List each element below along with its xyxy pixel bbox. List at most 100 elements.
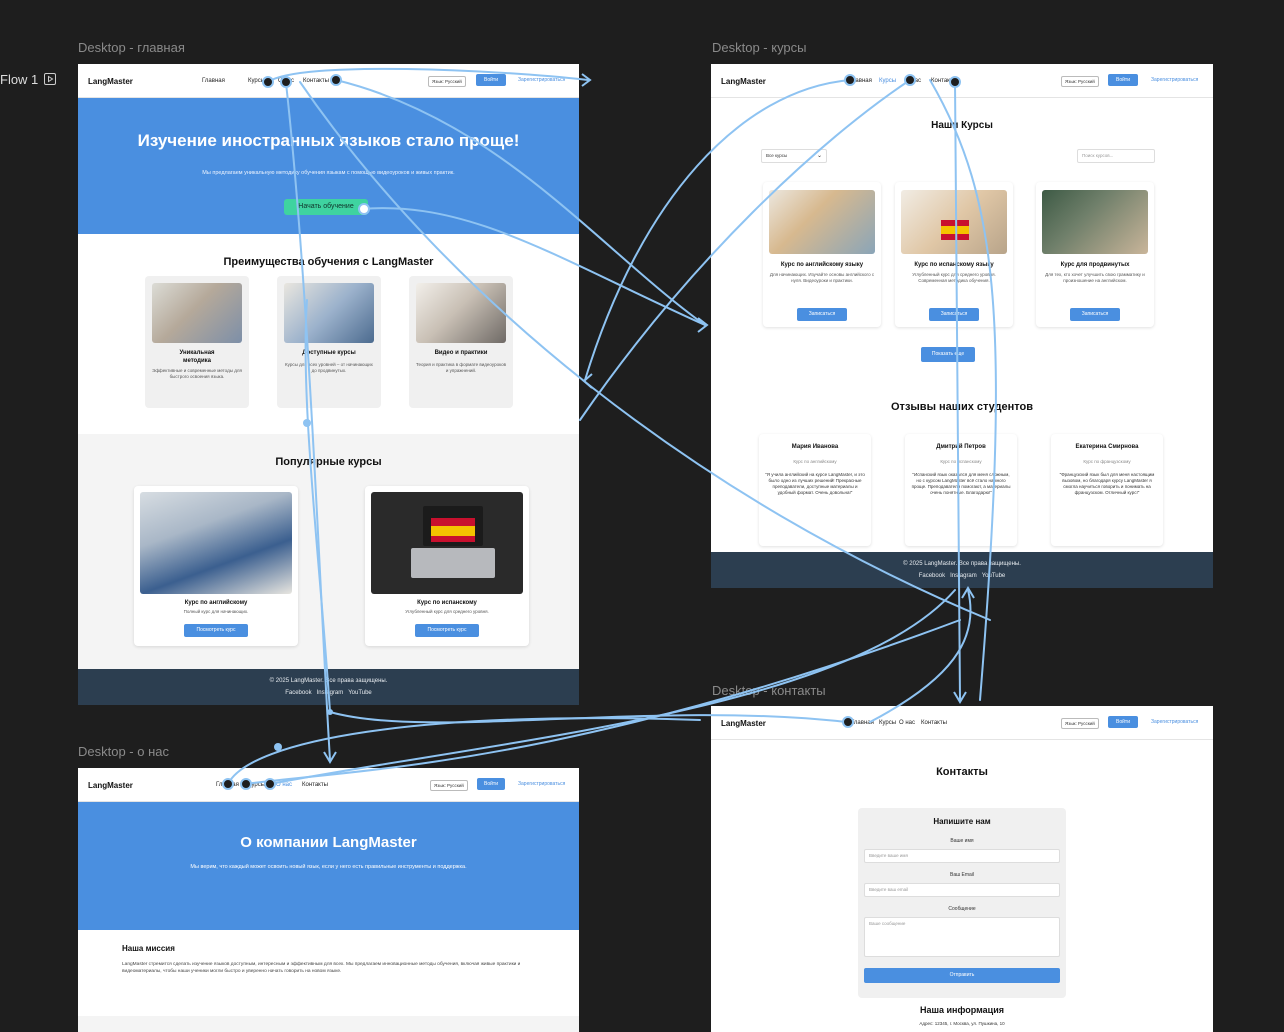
spanish-course-image: [371, 492, 523, 594]
login-button[interactable]: Войти: [1108, 74, 1138, 86]
footer-links: Facebook Instagram YouTube: [711, 573, 1213, 579]
nav-contacts[interactable]: Контакты: [303, 78, 329, 84]
nav-contacts[interactable]: Контакты: [921, 720, 947, 726]
frame-main[interactable]: LangMaster Главная Курсы О нас Контакты …: [78, 64, 579, 705]
enroll-button[interactable]: Записаться: [1070, 308, 1120, 321]
view-course-button[interactable]: Посмотреть курс: [184, 624, 248, 637]
nav-home[interactable]: Главная: [849, 78, 872, 84]
language-select[interactable]: Язык: Русский: [428, 76, 466, 87]
register-link[interactable]: Зарегистрироваться: [1151, 77, 1198, 83]
send-button[interactable]: Отправить: [864, 968, 1060, 983]
flow-1-tag[interactable]: Flow 1: [0, 70, 57, 88]
courses-nav: LangMaster Главная Курсы О нас Контакты …: [711, 64, 1213, 98]
spanish-course-photo: [901, 190, 1007, 254]
course-search-input[interactable]: Поиск курсов...: [1077, 149, 1155, 163]
frame-contacts[interactable]: LangMaster Главная Курсы О нас Контакты …: [711, 706, 1213, 1032]
course-card: Курс по испанскому языку Углубленный кур…: [895, 182, 1013, 327]
footer-instagram[interactable]: Instagram: [950, 573, 977, 579]
advantage-desc: Эффективные и современные методы для быс…: [152, 368, 242, 380]
logo[interactable]: LangMaster: [88, 77, 133, 86]
nav-home[interactable]: Главная: [851, 720, 874, 726]
review-card: Дмитрий Петров Курс по испанскому "Испан…: [905, 434, 1017, 546]
nav-about[interactable]: О нас: [899, 720, 915, 726]
courses-footer: © 2025 LangMaster. Все права защищены. F…: [711, 552, 1213, 588]
advantage-title: Доступные курсы: [302, 350, 356, 356]
review-text: "Французский язык был для меня настоящим…: [1059, 472, 1155, 496]
show-more-button[interactable]: Показать еще: [921, 347, 975, 362]
login-button[interactable]: Войти: [476, 74, 506, 86]
login-button[interactable]: Войти: [477, 778, 505, 790]
language-select[interactable]: Язык: Русский: [430, 780, 468, 791]
footer-instagram[interactable]: Instagram: [317, 690, 344, 696]
enroll-button[interactable]: Записаться: [797, 308, 847, 321]
nav-about[interactable]: О нас: [905, 78, 921, 84]
nav-about[interactable]: О нас: [276, 782, 292, 788]
popular-title: Популярные курсы: [275, 456, 382, 468]
message-textarea[interactable]: Ваше сообщение: [864, 917, 1060, 957]
course-card: Курс для продвинутых Для тех, кто хочет …: [1036, 182, 1154, 327]
logo[interactable]: LangMaster: [721, 77, 766, 86]
nav-home[interactable]: Главная: [202, 78, 225, 84]
footer-youtube[interactable]: YouTube: [982, 573, 1006, 579]
email-input[interactable]: Введите ваш email: [864, 883, 1060, 897]
arrow-head: [953, 691, 967, 704]
review-card: Екатерина Смирнова Курс по французскому …: [1051, 434, 1163, 546]
frame-about[interactable]: LangMaster Главная Курсы О нас Контакты …: [78, 768, 579, 1032]
advantage-title: Уникальная методика: [179, 350, 215, 364]
nav-courses[interactable]: Курсы: [879, 78, 896, 84]
nav-contacts[interactable]: Контакты: [302, 782, 328, 788]
register-link[interactable]: Зарегистрироваться: [518, 77, 565, 83]
play-icon[interactable]: [44, 73, 57, 85]
frame-courses[interactable]: LangMaster Главная Курсы О нас Контакты …: [711, 64, 1213, 588]
email-label: Ваш Email: [949, 872, 975, 878]
login-button[interactable]: Войти: [1108, 716, 1138, 728]
form-title: Напишите нам: [933, 817, 991, 826]
nav-courses[interactable]: Курсы: [248, 78, 265, 84]
about-hero-title: О компании LangMaster: [240, 834, 417, 851]
nav-courses[interactable]: Курсы: [248, 782, 265, 788]
review-course: Курс по французскому: [1083, 459, 1131, 464]
logo[interactable]: LangMaster: [721, 719, 766, 728]
teacher-photo: [152, 283, 242, 343]
nav-courses[interactable]: Курсы: [879, 720, 896, 726]
name-label: Ваше имя: [950, 838, 974, 844]
review-text: "Испанский язык оказался для меня сложны…: [911, 472, 1011, 496]
writing-photo: [416, 283, 506, 343]
about-hero-subtitle: Мы верим, что каждый может освоить новый…: [190, 864, 467, 870]
about-hero: О компании LangMaster Мы верим, что кажд…: [78, 802, 579, 930]
enroll-button[interactable]: Записаться: [929, 308, 979, 321]
language-select[interactable]: Язык: Русский: [1061, 718, 1099, 729]
footer-youtube[interactable]: YouTube: [348, 690, 372, 696]
name-input[interactable]: Введите ваше имя: [864, 849, 1060, 863]
footer-facebook[interactable]: Facebook: [285, 690, 311, 696]
reviews-title: Отзывы наших студентов: [891, 401, 1033, 413]
course-filter-select[interactable]: Все курсы ⌄: [761, 149, 827, 163]
arrow-head: [961, 586, 975, 599]
hero-subtitle: Мы предлагаем уникальную методику обучен…: [202, 170, 455, 176]
course-desc: Для начинающих. Изучайте основы английск…: [769, 272, 875, 284]
register-link[interactable]: Зарегистрироваться: [1151, 719, 1198, 725]
nav-home[interactable]: Главная: [216, 782, 239, 788]
arrow-head: [581, 73, 592, 87]
advantage-card: Видео и практики Теория и практика в фор…: [409, 276, 513, 408]
connector-dot: [274, 743, 282, 751]
view-course-button[interactable]: Посмотреть курс: [415, 624, 479, 637]
main-footer: © 2025 LangMaster. Все права защищены. F…: [78, 669, 579, 705]
footer-facebook[interactable]: Facebook: [919, 573, 945, 579]
reviewer-name: Екатерина Смирнова: [1075, 444, 1139, 450]
about-nav: LangMaster Главная Курсы О нас Контакты …: [78, 768, 579, 802]
contacts-title: Контакты: [936, 766, 988, 778]
start-learning-button[interactable]: Начать обучение: [284, 199, 368, 215]
review-course: Курс по английскому: [793, 459, 837, 464]
register-link[interactable]: Зарегистрироваться: [518, 781, 565, 787]
english-course-image: [140, 492, 292, 594]
course-title: Курс для продвинутых: [1060, 262, 1130, 268]
laptop-screen: [423, 506, 483, 546]
advantage-desc: Теория и практика в формате видеоуроков …: [415, 362, 507, 374]
logo[interactable]: LangMaster: [88, 781, 133, 790]
contact-form: Напишите нам Ваше имя Введите ваше имя В…: [858, 808, 1066, 998]
popular-course-card: Курс по английскому Полный курс для начи…: [134, 486, 298, 646]
nav-about[interactable]: О нас: [278, 78, 294, 84]
language-select[interactable]: Язык: Русский: [1061, 76, 1099, 87]
nav-contacts[interactable]: Контакты: [931, 78, 957, 84]
